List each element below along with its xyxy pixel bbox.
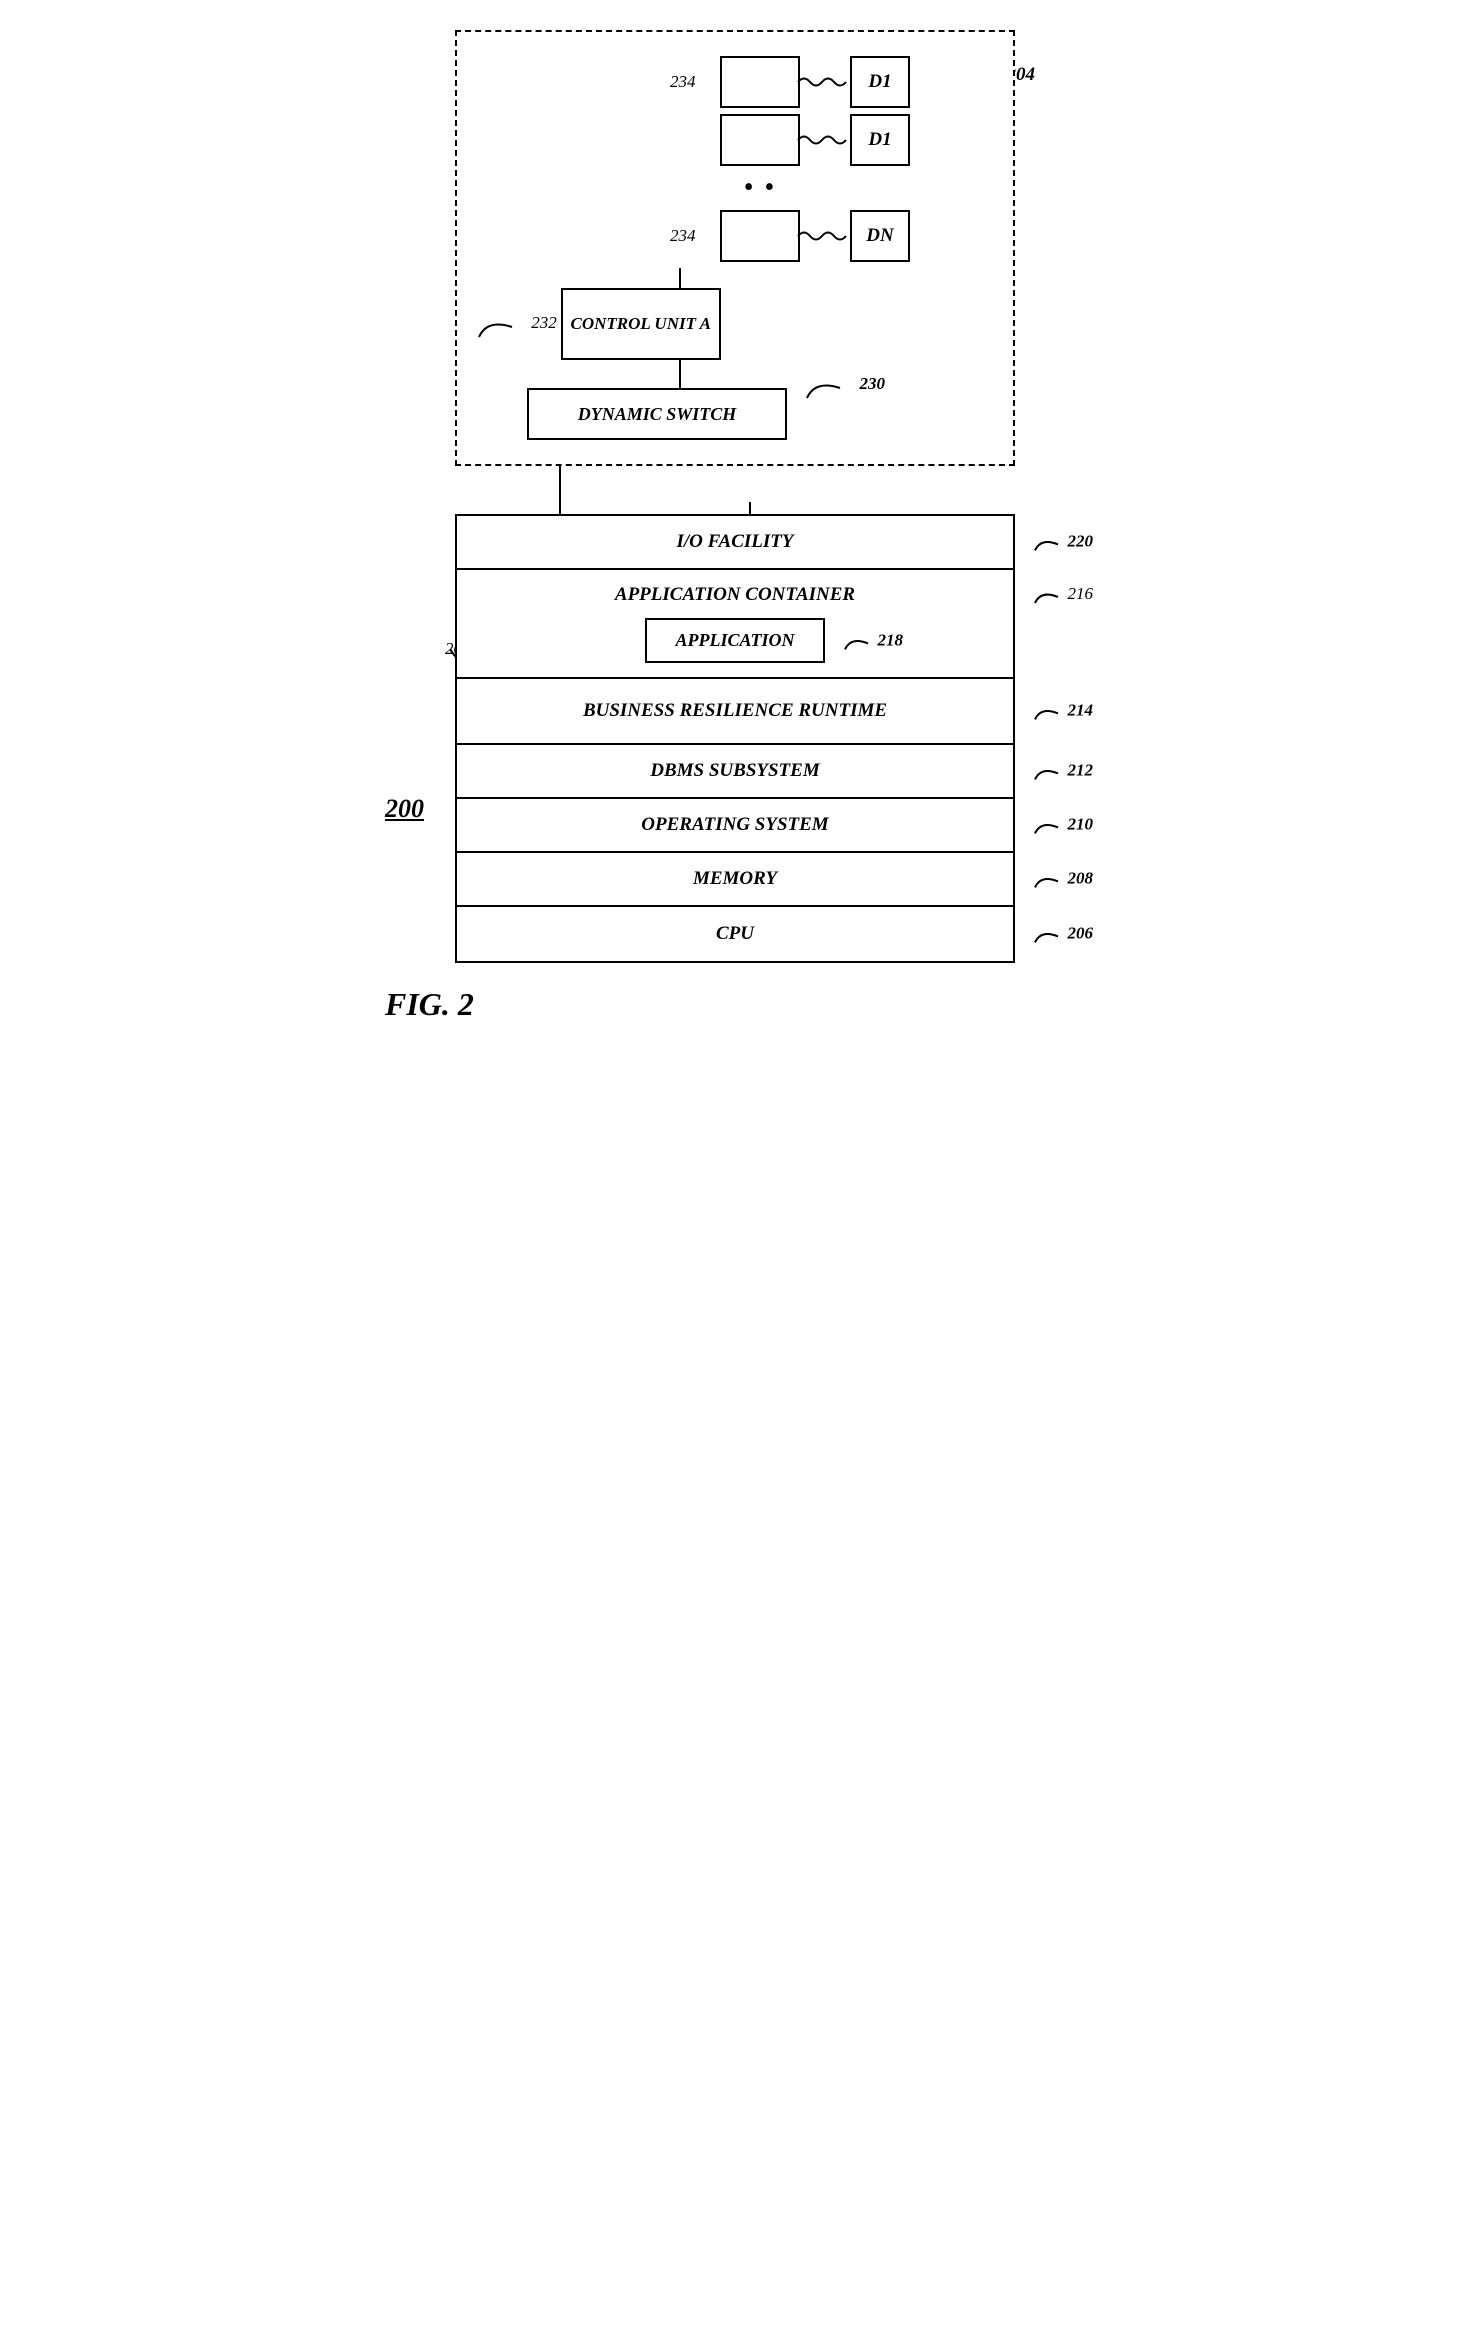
ref-212: 212 [1033,760,1093,781]
device-box-dn: DN [850,210,910,262]
storage-subsystem-box: 234 D1 [455,30,1015,466]
fig-label: FIG. 2 [385,986,474,1023]
device-row-1: 234 D1 [560,56,910,108]
io-facility-layer: I/O FACILITY 220 [457,516,1013,570]
os-layer: OPERATING SYSTEM 210 [457,799,1013,853]
control-unit-row: 232 CONTROL UNIT A [477,288,721,360]
memory-layer: MEMORY 208 [457,853,1013,907]
ref-234a-label: 234 [670,72,696,92]
app-container-layer: APPLICATION CONTAINER APPLICATION 218 [457,570,1013,679]
device-box-d1-top: D1 [850,56,910,108]
control-unit-box: CONTROL UNIT A [561,288,721,360]
ref-210: 210 [1033,814,1093,835]
device-row-n: 234 DN [560,210,910,262]
ref-200-label: 200 [385,794,424,824]
dots-ellipsis: • • [560,172,910,204]
dynamic-switch-box: DYNAMIC SWITCH 230 [527,388,787,440]
device-box-d1-mid: D1 [850,114,910,166]
ref-220: 220 [1033,531,1093,552]
ref-206: 206 [1033,923,1093,944]
dynamic-switch-row: DYNAMIC SWITCH 230 [527,388,787,440]
ref-214: 214 [1033,700,1093,721]
application-box: APPLICATION 218 [645,618,825,663]
ref-216: 216 [1033,584,1093,605]
dbms-layer: DBMS SUBSYSTEM 212 [457,745,1013,799]
cpu-layer: CPU 206 [457,907,1013,961]
ref-232-label: 232 [477,309,557,339]
ref-208: 208 [1033,868,1093,889]
ref-234b-label: 234 [670,226,696,246]
business-resilience-layer: BUSINESS RESILIENCE RUNTIME 214 [457,679,1013,745]
ref-218: 218 [843,630,903,651]
device-row-2: D1 [560,114,910,166]
system-layers-box: I/O FACILITY 220 APPLICATION CONTAINER [455,514,1015,963]
ref-230-label: 230 [805,370,885,400]
